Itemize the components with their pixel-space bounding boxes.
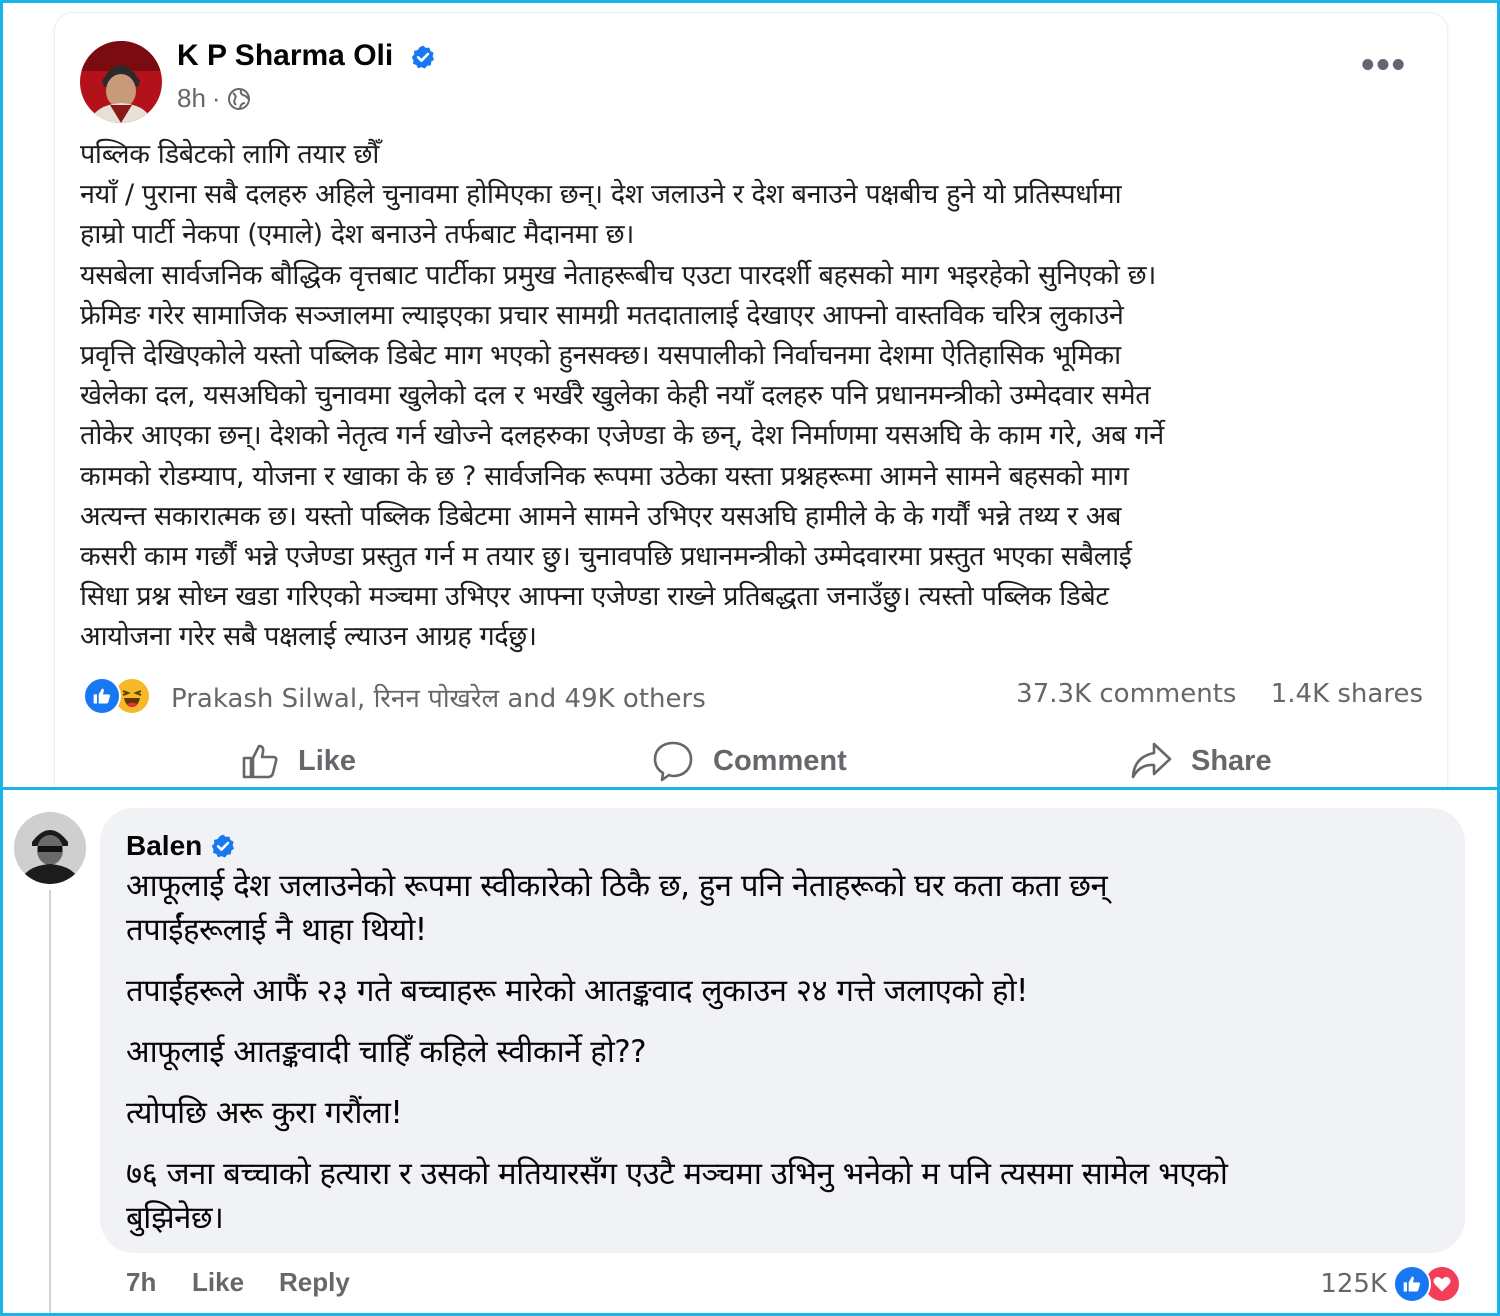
author-avatar[interactable]	[80, 41, 162, 123]
post-line: तोकेर आएका छन्। देशको नेतृत्व गर्न खोज्न…	[80, 420, 1164, 452]
reactions-summary: Prakash Silwal, रिनन पोखरेल and 49K othe…	[83, 677, 1423, 717]
post-line: कामको रोडम्याप, योजना र खाका के छ ? सार्…	[80, 460, 1129, 492]
comment-time[interactable]: 7h	[126, 1267, 156, 1298]
like-reaction-icon	[1393, 1265, 1431, 1303]
share-label: Share	[1191, 744, 1272, 777]
thumbs-up-icon	[242, 744, 278, 779]
comment-text: आफूलाई देश जलाउनेको रूपमा स्वीकारेको ठिक…	[126, 864, 1446, 1240]
shares-count[interactable]: 1.4K shares	[1271, 679, 1423, 709]
post-card: K P Sharma Oli 8h · ••• पब्लिक डिबेटको ल…	[55, 13, 1447, 787]
like-button[interactable]: Like	[240, 731, 357, 787]
post-line: कसरी काम गर्छौं भन्ने एजेण्डा प्रस्तुत ग…	[80, 541, 1132, 573]
comment-reactions[interactable]: 125K	[1320, 1265, 1461, 1303]
verified-badge-icon	[411, 45, 434, 69]
more-icon: •••	[1361, 44, 1407, 86]
engagement-counts: 37.3K comments 1.4K shares	[990, 679, 1423, 709]
post-time[interactable]: 8h	[177, 83, 206, 114]
comment-bubble: Balen आफूलाई देश जलाउनेको रूपमा स्वीकारे…	[100, 808, 1465, 1253]
post-line: अत्यन्त सकारात्मक छ। यस्तो पब्लिक डिबेटम…	[80, 500, 1122, 532]
comment-line: बुझिनेछ।	[126, 1200, 224, 1236]
reaction-icons[interactable]	[83, 677, 151, 715]
commenter-avatar[interactable]	[14, 812, 86, 884]
commenter-name-text[interactable]: Balen	[126, 830, 202, 862]
post-meta: 8h ·	[177, 83, 251, 114]
post-line: नयाँ / पुराना सबै दलहरु अहिले चुनावमा हो…	[80, 179, 1122, 211]
post-line: सिधा प्रश्न सोध्न खडा गरिएको मञ्चमा उभिए…	[80, 581, 1109, 613]
comment-reaction-count: 125K	[1320, 1269, 1387, 1299]
comment-screenshot-frame: Balen आफूलाई देश जलाउनेको रूपमा स्वीकारे…	[0, 787, 1500, 1316]
reactors-text[interactable]: Prakash Silwal, रिनन पोखरेल and 49K othe…	[171, 679, 706, 715]
post-line: आयोजना गरेर सबै पक्षलाई ल्याउन आग्रह गर्…	[80, 621, 537, 653]
meta-separator: ·	[211, 83, 221, 113]
post-body: पब्लिक डिबेटको लागि तयार छौँ नयाँ / पुरा…	[80, 135, 1435, 658]
share-icon	[1131, 742, 1172, 779]
thread-line	[49, 890, 51, 1313]
post-line: खेलेका दल, यसअघिको चुनावमा खुलेको दल र भ…	[80, 380, 1151, 412]
comment-label: Comment	[713, 744, 847, 777]
comment-like-button[interactable]: Like	[192, 1267, 244, 1298]
comment-line: त्योपछि अरू कुरा गरौंला!	[126, 1095, 403, 1131]
globe-icon	[227, 87, 250, 110]
author-name[interactable]: K P Sharma Oli	[177, 39, 436, 73]
comment-reply-button[interactable]: Reply	[279, 1267, 350, 1298]
more-options-button[interactable]: •••	[1361, 46, 1407, 84]
comment-icon	[653, 741, 693, 782]
comments-count[interactable]: 37.3K comments	[1016, 679, 1236, 709]
post-line: प्रवृत्ति देखिएकोले यस्तो पब्लिक डिबेट म…	[80, 340, 1121, 372]
post-line: यसबेला सार्वजनिक बौद्धिक वृत्तबाट पार्टी…	[80, 259, 1156, 291]
share-button[interactable]: Share	[1129, 731, 1272, 787]
comment-line: तपाईंहरूलाई नै थाहा थियो!	[126, 912, 427, 948]
post-line: फ्रेमिङ गरेर सामाजिक सञ्जालमा ल्याइएका प…	[80, 299, 1124, 331]
comment-button[interactable]: Comment	[651, 731, 847, 787]
post-line: हाम्रो पार्टी नेकपा (एमाले) देश बनाउने त…	[80, 219, 635, 251]
author-name-text[interactable]: K P Sharma Oli	[177, 39, 393, 72]
comment-line: ७६ जना बच्चाको हत्यारा र उसको मतियारसँग …	[126, 1156, 1228, 1192]
commenter-name[interactable]: Balen	[126, 830, 236, 862]
verified-badge-icon	[211, 834, 235, 858]
comment-footer: 7h Like Reply 125K	[126, 1265, 1461, 1305]
comment-line: आफूलाई आतङ्कवादी चाहिँ कहिले स्वीकार्ने …	[126, 1034, 647, 1070]
post-line: पब्लिक डिबेटको लागि तयार छौँ	[80, 139, 379, 170]
post-screenshot-frame: K P Sharma Oli 8h · ••• पब्लिक डिबेटको ल…	[0, 0, 1500, 790]
comment-line: आफूलाई देश जलाउनेको रूपमा स्वीकारेको ठिक…	[126, 868, 1108, 904]
comment-line: तपाईंहरूले आफैं २३ गते बच्चाहरू मारेको आ…	[126, 973, 1028, 1009]
like-reaction-icon	[83, 677, 121, 715]
like-label: Like	[298, 744, 357, 777]
post-action-bar: Like Comment Share	[55, 731, 1447, 787]
